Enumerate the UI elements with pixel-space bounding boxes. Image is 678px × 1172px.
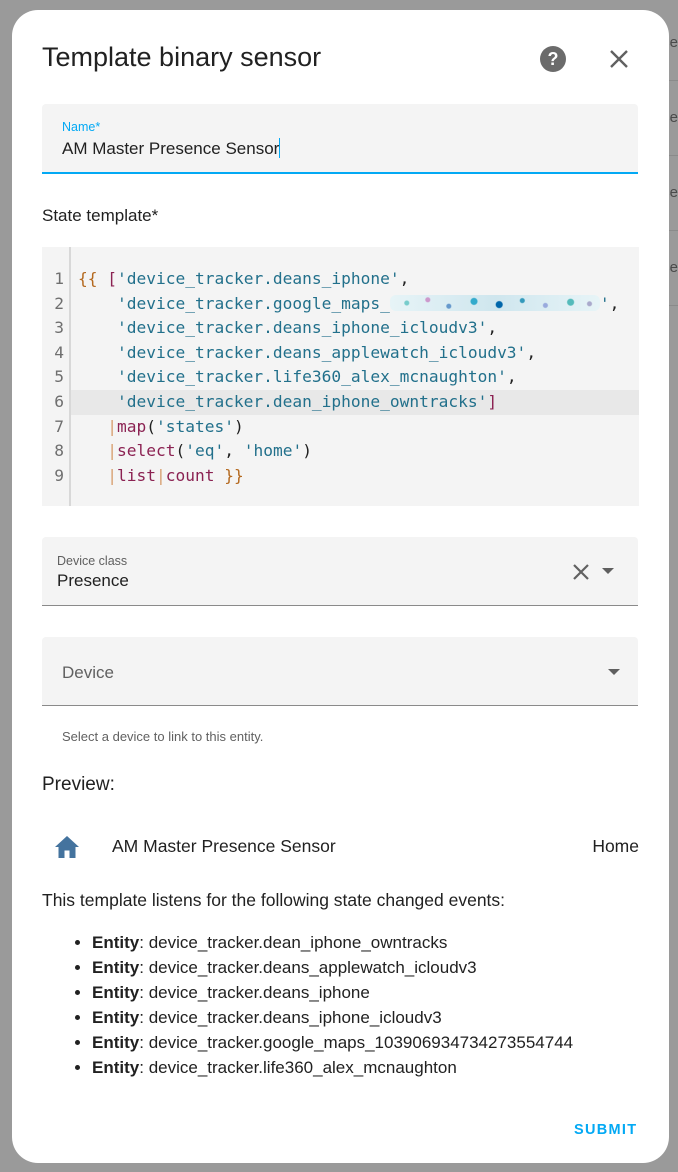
code-line: 4 'device_tracker.deans_applewatch_iclou… [42,341,639,366]
code-line-active: 6 'device_tracker.dean_iphone_owntracks'… [54,390,639,415]
home-icon [55,836,79,858]
list-item: Entity: device_tracker.deans_applewatch_… [92,955,573,980]
line-number: 9 [54,465,64,485]
listeners-list: Entity: device_tracker.dean_iphone_owntr… [74,930,573,1080]
preview-entity-name: AM Master Presence Sensor [112,836,336,856]
device-placeholder: Device [62,663,114,682]
line-number: 2 [54,293,64,313]
code-line: 3 'device_tracker.deans_iphone_icloudv3'… [42,316,639,341]
name-field[interactable]: Name* AM Master Presence Sensor [42,104,638,174]
device-helper-text: Select a device to link to this entity. [62,729,264,744]
preview-entity-row: AM Master Presence Sensor Home [42,828,639,868]
code-line: 5 'device_tracker.life360_alex_mcnaughto… [42,365,639,390]
menu-down-icon[interactable] [608,669,620,675]
listeners-intro: This template listens for the following … [42,890,506,910]
code-line: 9 |list|count }} [42,464,639,489]
list-item: Entity: device_tracker.deans_iphone [92,980,573,1005]
dialog-title: Template binary sensor [42,42,322,72]
submit-button[interactable]: SUBMIT [574,1122,637,1138]
help-circle-icon: ? [547,49,559,69]
line-number: 5 [54,367,64,387]
list-item: Entity: device_tracker.dean_iphone_owntr… [92,930,573,955]
code-line: 8 |select('eq', 'home') [42,439,639,464]
clear-button[interactable] [571,562,591,582]
name-input-value: AM Master Presence Sensor [62,139,280,158]
list-item: Entity: device_tracker.deans_iphone_iclo… [92,1005,573,1030]
line-number: 1 [54,269,64,288]
device-class-select[interactable]: Device class Presence [42,537,638,606]
device-class-label: Device class [57,554,128,568]
close-icon [610,50,628,68]
close-icon [573,564,589,580]
state-template-editor[interactable]: 1{{ ['device_tracker.deans_iphone', 2 'd… [42,247,639,506]
line-number: 3 [54,318,64,338]
line-number: 7 [54,416,64,436]
code-line: 7 |map('states') [42,415,639,440]
device-select[interactable]: Device [42,637,638,706]
line-number: 8 [54,441,64,461]
code-line: 1{{ ['device_tracker.deans_iphone', [42,267,639,292]
close-button[interactable] [606,46,632,72]
list-item: Entity: device_tracker.google_maps_10390… [92,1030,573,1055]
device-class-value: Presence [57,571,129,590]
line-number: 4 [54,342,64,362]
template-dialog: Template binary sensor ? Name* AM Master… [12,10,669,1163]
help-button[interactable]: ? [540,46,566,72]
name-input[interactable]: AM Master Presence Sensor [62,138,281,159]
preview-entity-state: Home [592,836,639,856]
menu-down-icon[interactable] [602,568,614,574]
redacted-blur [389,294,600,311]
preview-title: Preview: [42,774,115,795]
name-field-label: Name* [62,120,101,134]
text-caret [279,138,281,158]
list-item: Entity: device_tracker.life360_alex_mcna… [92,1055,573,1080]
code-line: 2 'device_tracker.google_maps_ ', [42,292,639,317]
line-number: 6 [54,392,64,411]
state-template-label: State template* [42,206,159,225]
